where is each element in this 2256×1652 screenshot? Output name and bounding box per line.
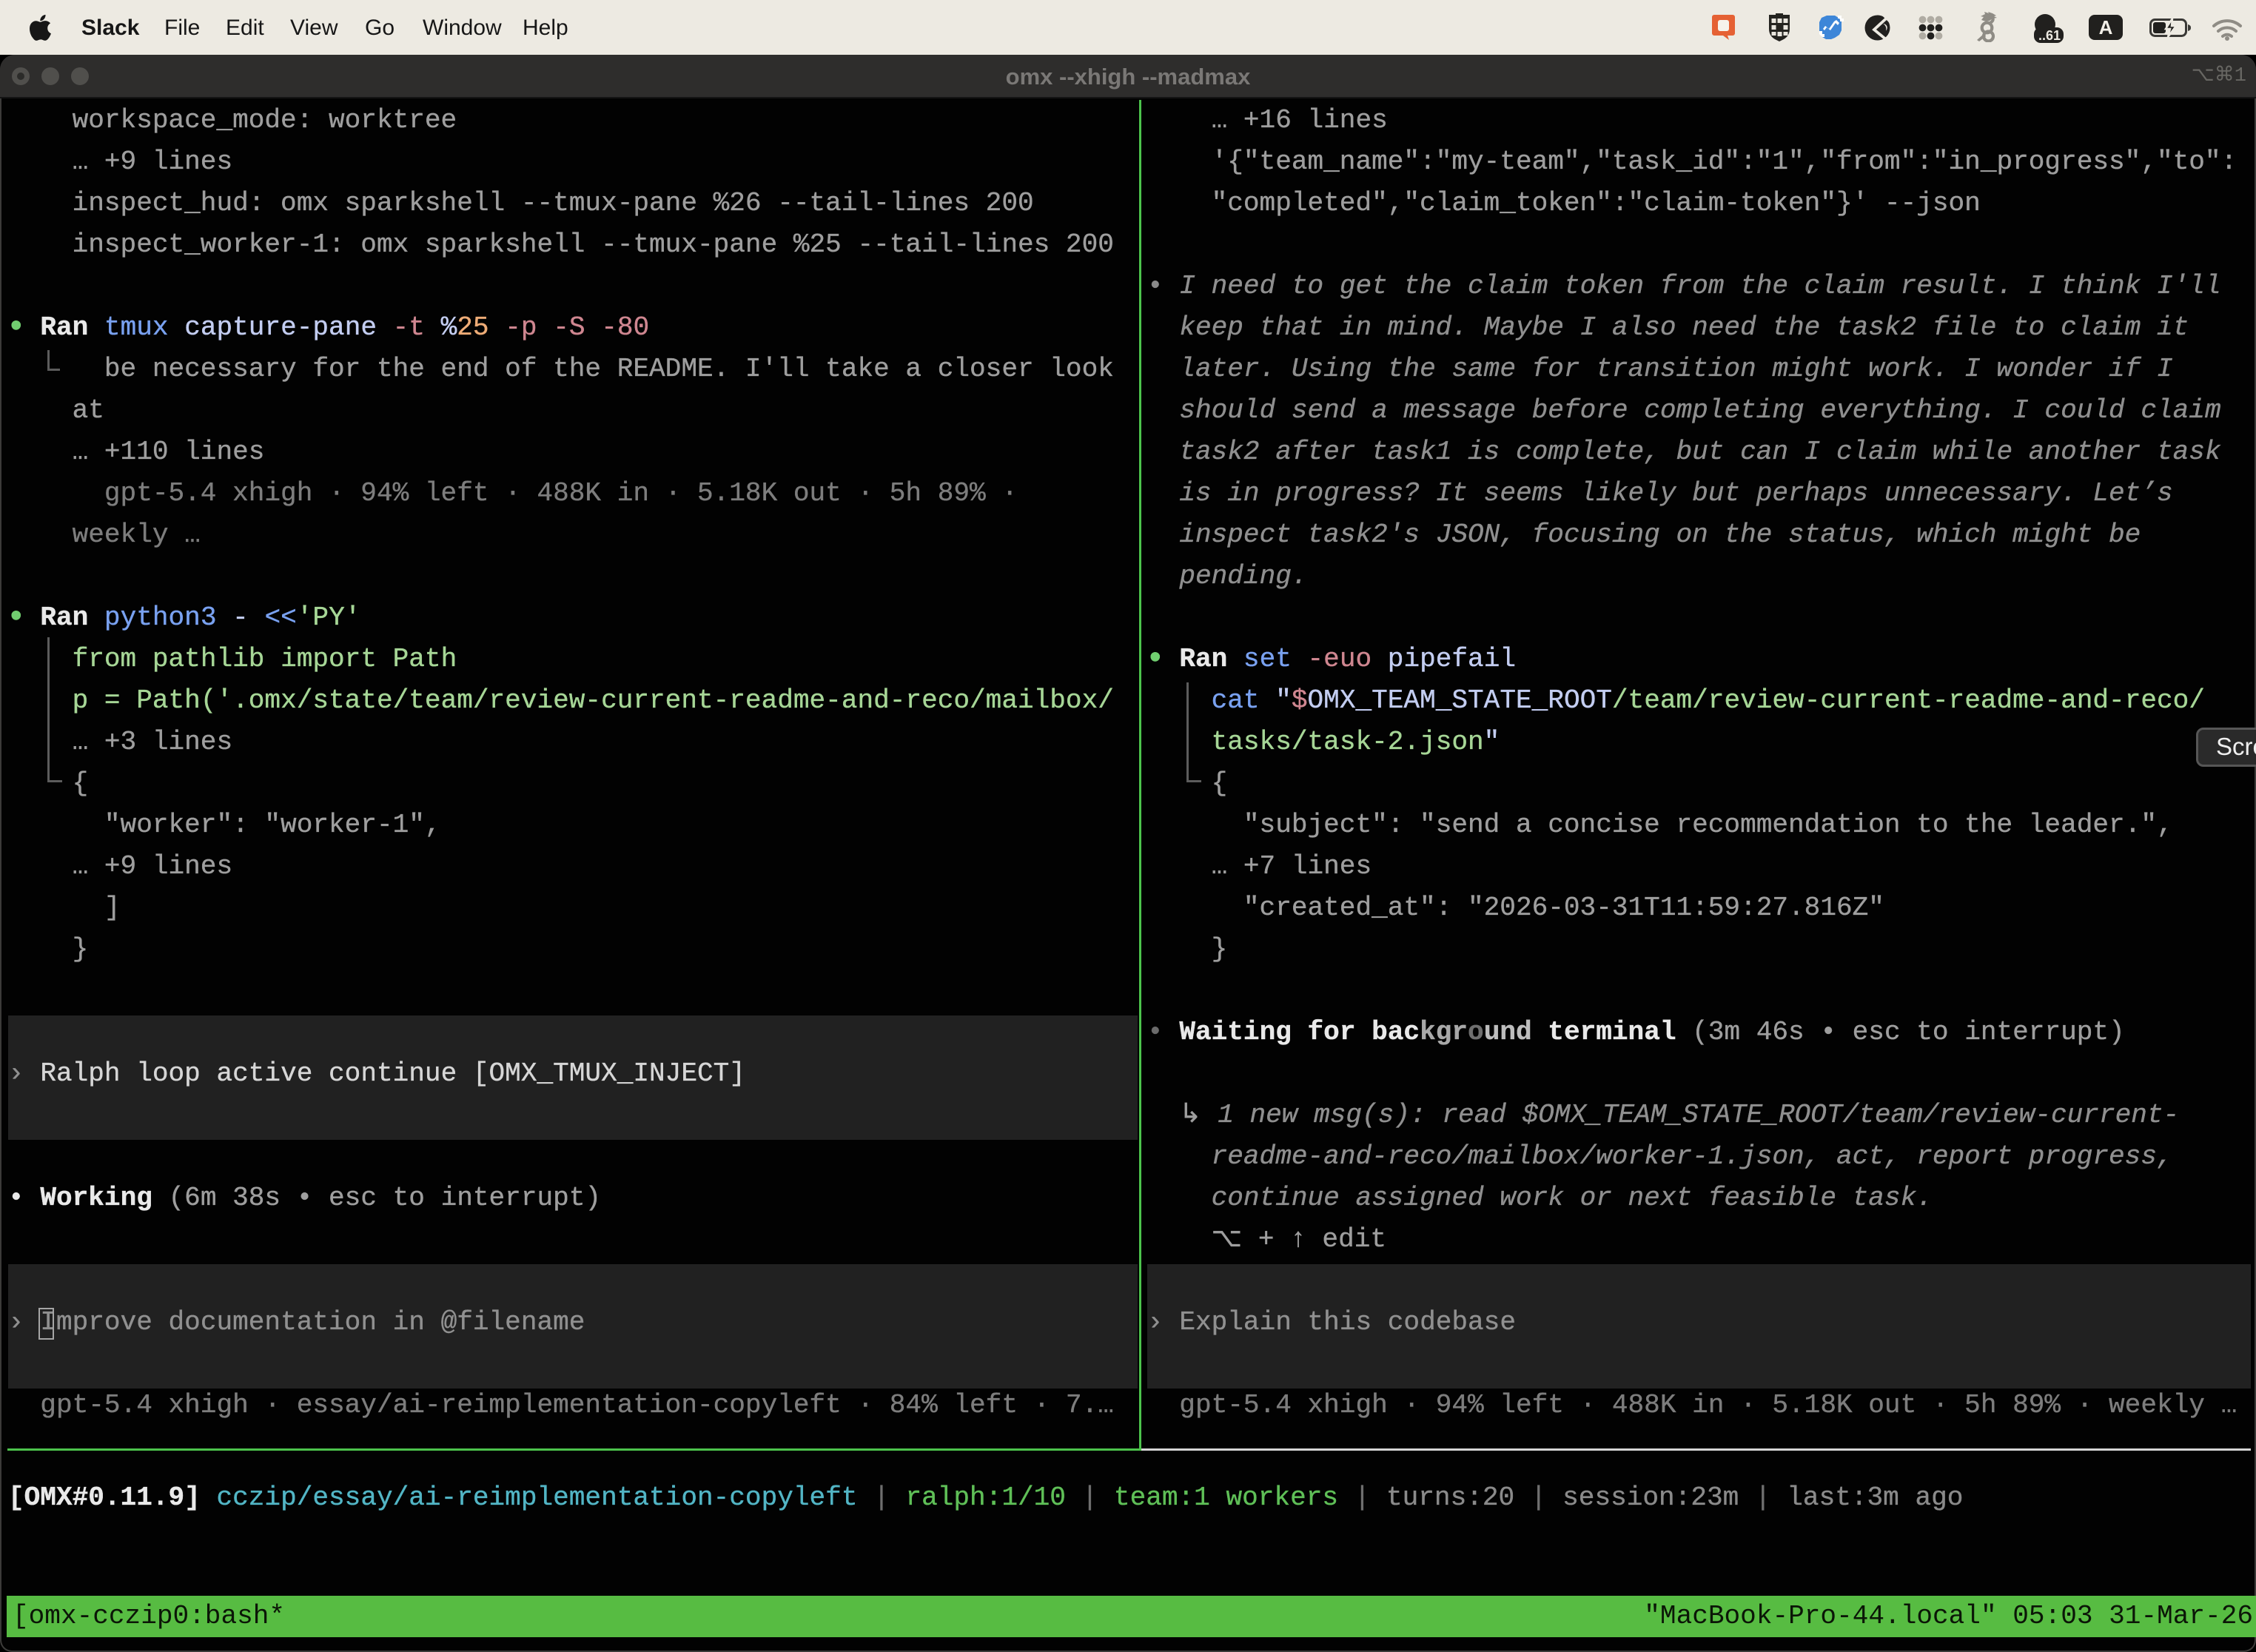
- svg-text:A: A: [2099, 16, 2113, 38]
- svg-text:..61: ..61: [2038, 28, 2061, 43]
